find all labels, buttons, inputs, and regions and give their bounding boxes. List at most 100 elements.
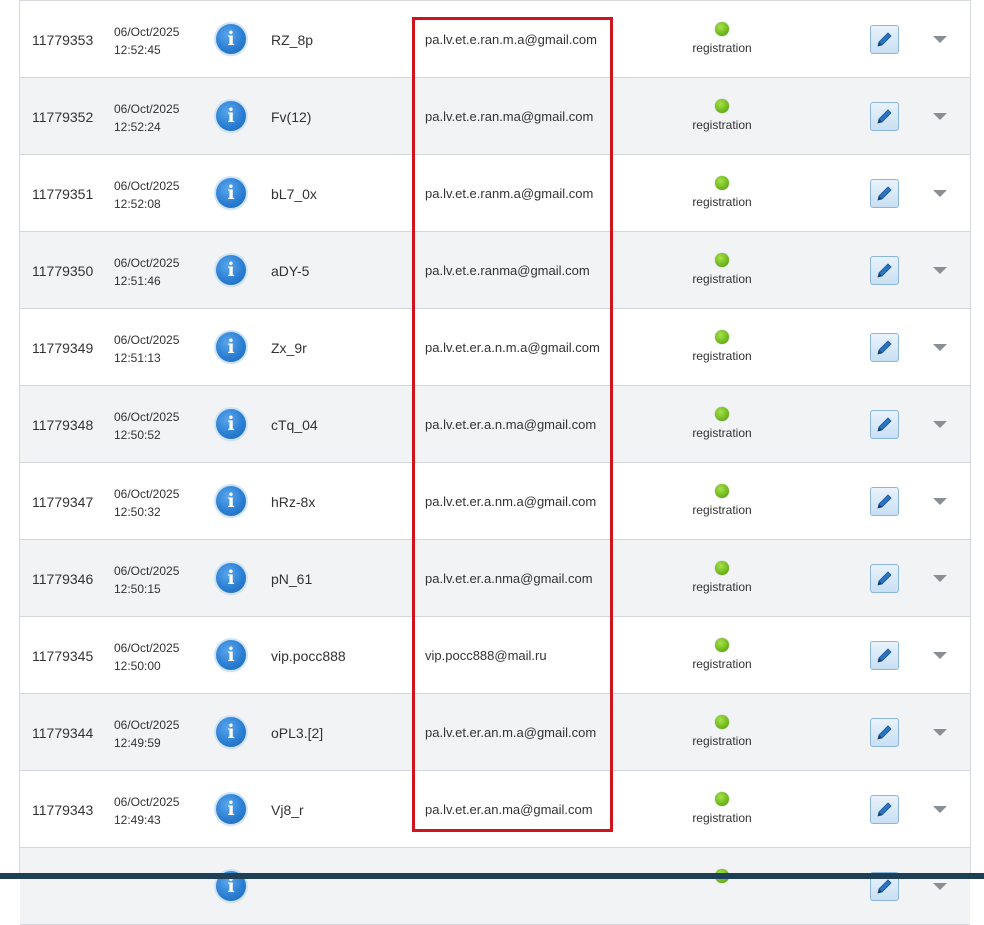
edit-button[interactable] <box>870 795 899 824</box>
row-datetime: 06/Oct/2025 12:52:24 <box>114 100 179 136</box>
status-dot-icon <box>715 638 729 652</box>
pencil-icon <box>877 186 892 201</box>
bottom-bar <box>0 873 984 879</box>
row-datetime: 06/Oct/2025 12:50:32 <box>114 485 179 521</box>
edit-button[interactable] <box>870 102 899 131</box>
status-dot-icon <box>715 407 729 421</box>
row-username: RZ_8p <box>271 32 314 48</box>
row-datetime: 06/Oct/2025 12:50:52 <box>114 408 179 444</box>
row-email: pa.lv.et.er.a.n.m.a@gmail.com <box>425 340 600 355</box>
caret-down-icon[interactable] <box>933 421 947 428</box>
row-status: registration <box>681 407 763 440</box>
status-label: registration <box>692 195 752 209</box>
info-icon[interactable]: i <box>216 409 246 439</box>
row-status: registration <box>681 792 763 825</box>
info-icon[interactable]: i <box>216 101 246 131</box>
row-datetime: 06/Oct/2025 12:50:15 <box>114 562 179 598</box>
table-row: 11779349 06/Oct/2025 12:51:13 i Zx_9r pa… <box>20 309 970 386</box>
pencil-icon <box>877 879 892 894</box>
row-id: 11779350 <box>32 263 94 279</box>
row-id: 11779343 <box>32 802 94 818</box>
caret-down-icon[interactable] <box>933 729 947 736</box>
row-time: 12:50:00 <box>114 659 161 673</box>
row-status: registration <box>681 253 763 286</box>
row-id: 11779349 <box>32 340 94 356</box>
row-status: registration <box>681 330 763 363</box>
row-status: registration <box>681 176 763 209</box>
row-email: pa.lv.et.er.an.m.a@gmail.com <box>425 725 597 740</box>
row-date: 06/Oct/2025 <box>114 179 180 193</box>
row-date: 06/Oct/2025 <box>114 564 180 578</box>
caret-down-icon[interactable] <box>933 883 947 890</box>
caret-down-icon[interactable] <box>933 806 947 813</box>
row-datetime: 06/Oct/2025 12:49:59 <box>114 716 179 752</box>
info-icon[interactable]: i <box>216 640 246 670</box>
edit-button[interactable] <box>870 564 899 593</box>
table-row: 11779345 06/Oct/2025 12:50:00 i vip.pocc… <box>20 617 970 694</box>
pencil-icon <box>877 32 892 47</box>
row-id: 11779347 <box>32 494 94 510</box>
row-date: 06/Oct/2025 <box>114 795 180 809</box>
row-status: registration <box>681 638 763 671</box>
status-dot-icon <box>715 253 729 267</box>
caret-down-icon[interactable] <box>933 344 947 351</box>
row-id: 11779346 <box>32 571 94 587</box>
caret-down-icon[interactable] <box>933 267 947 274</box>
row-id: 11779352 <box>32 109 94 125</box>
caret-down-icon[interactable] <box>933 498 947 505</box>
row-time: 12:50:15 <box>114 582 161 596</box>
info-icon[interactable]: i <box>216 178 246 208</box>
edit-button[interactable] <box>870 256 899 285</box>
pencil-icon <box>877 417 892 432</box>
edit-button[interactable] <box>870 718 899 747</box>
status-label: registration <box>692 734 752 748</box>
row-email: pa.lv.et.e.ran.m.a@gmail.com <box>425 32 597 47</box>
pencil-icon <box>877 571 892 586</box>
row-status: registration <box>681 561 763 594</box>
row-time: 12:50:32 <box>114 505 161 519</box>
row-time: 12:52:45 <box>114 43 161 57</box>
caret-down-icon[interactable] <box>933 652 947 659</box>
edit-button[interactable] <box>870 333 899 362</box>
info-icon[interactable]: i <box>216 24 246 54</box>
pencil-icon <box>877 648 892 663</box>
row-date: 06/Oct/2025 <box>114 256 180 270</box>
caret-down-icon[interactable] <box>933 113 947 120</box>
edit-button[interactable] <box>870 487 899 516</box>
info-icon[interactable]: i <box>216 486 246 516</box>
edit-button[interactable] <box>870 410 899 439</box>
row-datetime: 06/Oct/2025 12:52:08 <box>114 177 179 213</box>
row-time: 12:52:24 <box>114 120 161 134</box>
table-row: 11779347 06/Oct/2025 12:50:32 i hRz-8x p… <box>20 463 970 540</box>
caret-down-icon[interactable] <box>933 575 947 582</box>
info-icon[interactable]: i <box>216 255 246 285</box>
info-icon[interactable]: i <box>216 332 246 362</box>
table-row: 11779353 06/Oct/2025 12:52:45 i RZ_8p pa… <box>20 1 970 78</box>
row-date: 06/Oct/2025 <box>114 718 180 732</box>
status-label: registration <box>692 41 752 55</box>
edit-button[interactable] <box>870 641 899 670</box>
edit-button[interactable] <box>870 179 899 208</box>
info-icon[interactable]: i <box>216 794 246 824</box>
row-status: registration <box>681 99 763 132</box>
row-email: pa.lv.et.er.an.ma@gmail.com <box>425 802 593 817</box>
pencil-icon <box>877 340 892 355</box>
caret-down-icon[interactable] <box>933 190 947 197</box>
table-row: 11779344 06/Oct/2025 12:49:59 i oPL3.[2]… <box>20 694 970 771</box>
info-icon[interactable]: i <box>216 717 246 747</box>
row-status: registration <box>681 715 763 748</box>
status-label: registration <box>692 657 752 671</box>
table-row: 11779350 06/Oct/2025 12:51:46 i aDY-5 pa… <box>20 232 970 309</box>
info-icon[interactable]: i <box>216 563 246 593</box>
registrations-table: 11779353 06/Oct/2025 12:52:45 i RZ_8p pa… <box>19 0 971 925</box>
caret-down-icon[interactable] <box>933 36 947 43</box>
row-username: vip.pocc888 <box>271 648 346 664</box>
row-id: 11779345 <box>32 648 94 664</box>
row-id: 11779353 <box>32 32 94 48</box>
row-status: registration <box>681 22 763 55</box>
edit-button[interactable] <box>870 25 899 54</box>
row-email: pa.lv.et.er.a.nm.a@gmail.com <box>425 494 597 509</box>
row-datetime: 06/Oct/2025 12:49:43 <box>114 793 179 829</box>
status-dot-icon <box>715 176 729 190</box>
row-date: 06/Oct/2025 <box>114 641 180 655</box>
